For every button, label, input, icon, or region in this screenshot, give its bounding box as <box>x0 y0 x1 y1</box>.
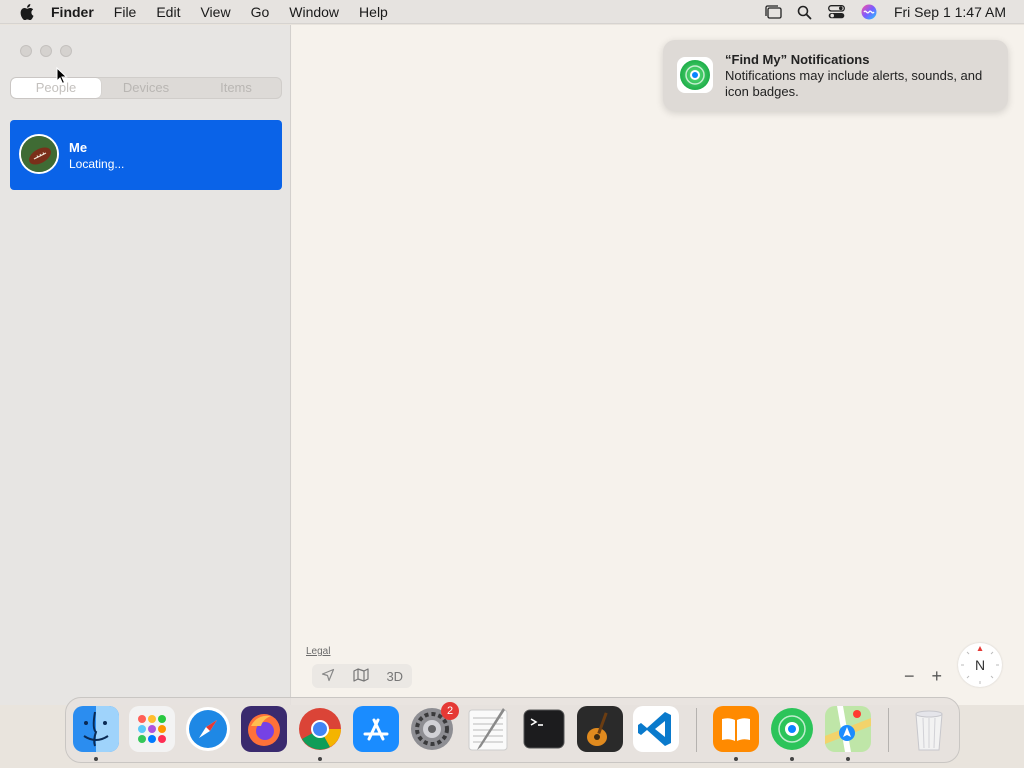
textedit-icon[interactable] <box>465 706 511 752</box>
safari-icon[interactable] <box>185 706 231 752</box>
running-indicator <box>790 757 794 761</box>
vscode-icon[interactable] <box>633 706 679 752</box>
menu-clock[interactable]: Fri Sep 1 1:47 AM <box>894 4 1006 20</box>
trash-icon[interactable] <box>906 706 952 752</box>
dock: 2 <box>65 697 960 763</box>
tab-devices[interactable]: Devices <box>101 78 191 98</box>
mouse-cursor-icon <box>56 66 68 85</box>
sidebar-tab-bar: People Devices Items <box>10 77 282 99</box>
finder-icon[interactable] <box>73 706 119 752</box>
notification-banner[interactable]: “Find My” Notifications Notifications ma… <box>663 40 1008 111</box>
menu-file[interactable]: File <box>114 4 137 20</box>
sidebar: People Devices Items Me Locating... <box>0 25 291 705</box>
avatar <box>19 134 59 174</box>
running-indicator <box>94 757 98 761</box>
minimize-button[interactable] <box>40 45 52 57</box>
person-name: Me <box>69 140 88 155</box>
notification-title: “Find My” Notifications <box>725 52 870 67</box>
dock-separator <box>696 708 697 752</box>
map-view[interactable]: Legal 3D − + N <box>292 25 1024 705</box>
siri-icon[interactable] <box>858 0 880 24</box>
menu-app-name[interactable]: Finder <box>51 4 94 20</box>
system-settings-icon[interactable]: 2 <box>409 702 459 752</box>
close-button[interactable] <box>20 45 32 57</box>
legal-link[interactable]: Legal <box>306 646 330 657</box>
apple-menu-icon[interactable] <box>17 0 37 24</box>
menu-view[interactable]: View <box>200 4 230 20</box>
find-my-icon[interactable] <box>769 706 815 752</box>
menu-edit[interactable]: Edit <box>156 4 180 20</box>
zoom-controls: − + <box>898 664 948 688</box>
firefox-icon[interactable] <box>241 706 287 752</box>
menu-go[interactable]: Go <box>251 4 270 20</box>
books-icon[interactable] <box>713 706 759 752</box>
launchpad-icon[interactable] <box>129 706 175 752</box>
notification-body: Notifications may include alerts, sounds… <box>725 68 983 99</box>
running-indicator <box>734 757 738 761</box>
compass-label: N <box>974 657 986 673</box>
compass-button[interactable]: N <box>958 643 1002 687</box>
map-mode-icon[interactable] <box>353 667 369 685</box>
map-controls: 3D <box>312 664 412 688</box>
stage-manager-icon[interactable] <box>762 0 784 24</box>
find-my-app-icon <box>677 57 713 93</box>
control-center-icon[interactable] <box>826 0 848 24</box>
running-indicator <box>318 757 322 761</box>
running-indicator <box>846 757 850 761</box>
zoom-button[interactable] <box>60 45 72 57</box>
zoom-out-button[interactable]: − <box>904 666 915 687</box>
find-my-window: People Devices Items Me Locating... Lega… <box>0 25 1024 705</box>
app-store-icon[interactable] <box>353 706 399 752</box>
3d-button[interactable]: 3D <box>386 669 403 684</box>
tab-items[interactable]: Items <box>191 78 281 98</box>
garageband-icon[interactable] <box>577 706 623 752</box>
person-list-item-me[interactable]: Me Locating... <box>10 120 282 190</box>
maps-icon[interactable] <box>825 706 871 752</box>
menu-window[interactable]: Window <box>289 4 339 20</box>
chrome-icon[interactable] <box>297 706 343 752</box>
zoom-in-button[interactable]: + <box>931 666 942 687</box>
notification-badge: 2 <box>441 702 459 720</box>
menu-bar: Finder File Edit View Go Window Help Fri… <box>0 0 1024 24</box>
spotlight-search-icon[interactable] <box>794 0 816 24</box>
menu-help[interactable]: Help <box>359 4 388 20</box>
dock-separator <box>888 708 889 752</box>
person-status: Locating... <box>69 157 125 171</box>
terminal-icon[interactable] <box>521 706 567 752</box>
location-arrow-icon[interactable] <box>321 668 335 685</box>
